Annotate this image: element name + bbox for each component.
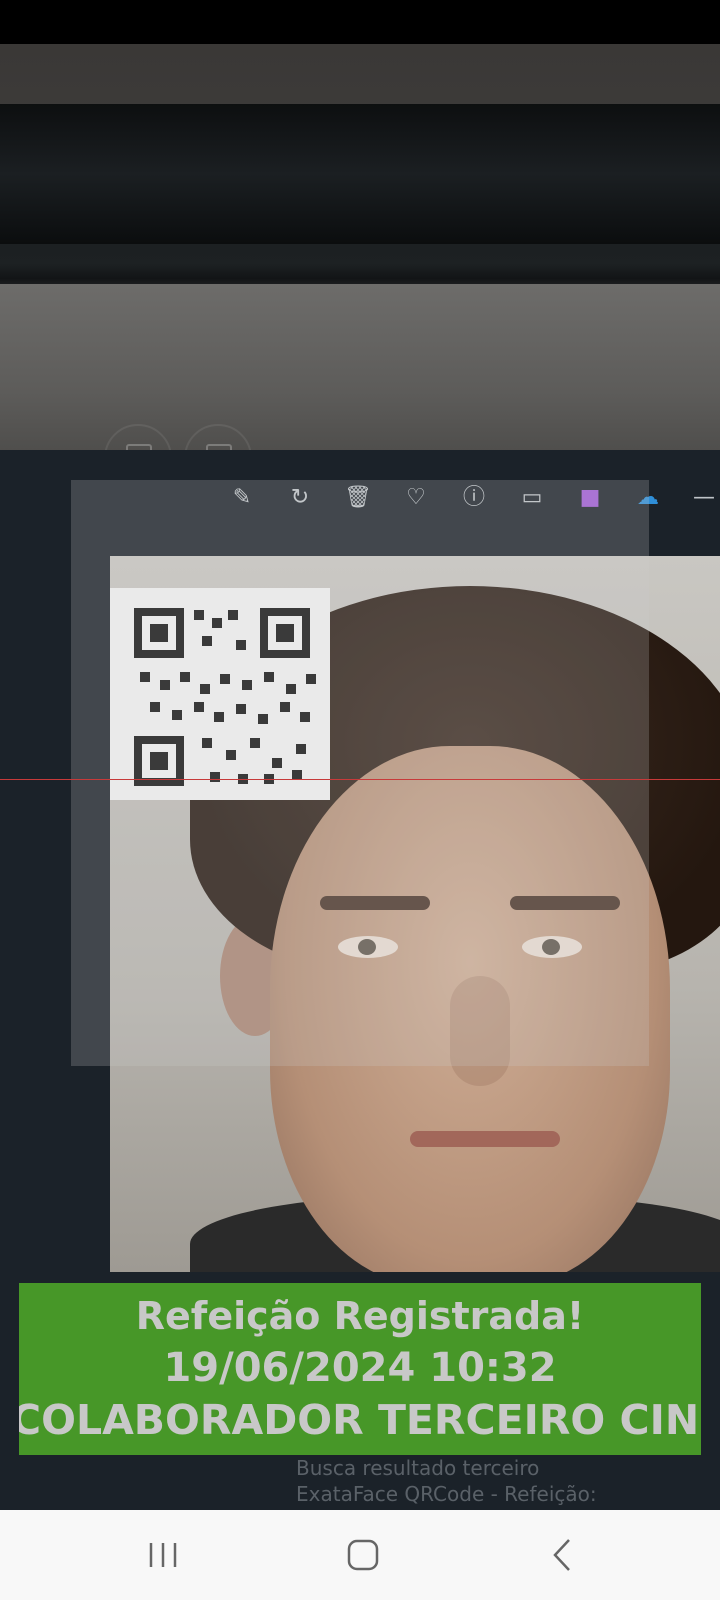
background-shelf bbox=[0, 104, 720, 244]
background-text-line1: Busca resultado terceiro bbox=[296, 1456, 540, 1480]
background-wall bbox=[0, 284, 720, 492]
back-button[interactable] bbox=[533, 1530, 593, 1580]
back-icon bbox=[553, 1539, 570, 1571]
recent-apps-button[interactable] bbox=[133, 1530, 193, 1580]
more-icon: — bbox=[693, 485, 715, 510]
toast-person-name: COLABORADOR TERCEIRO CINCO bbox=[19, 1396, 701, 1444]
mouth bbox=[410, 1131, 560, 1147]
toast-datetime: 19/06/2024 10:32 bbox=[163, 1345, 557, 1391]
status-bar bbox=[0, 0, 720, 44]
background-screen-text: Busca resultado terceiro ExataFace QRCod… bbox=[296, 1455, 597, 1507]
toast-title: Refeição Registrada! bbox=[135, 1294, 585, 1338]
scan-line bbox=[0, 779, 720, 780]
background-text-line2: ExataFace QRCode - Refeição: bbox=[296, 1482, 597, 1506]
scan-area-overlay bbox=[71, 480, 649, 1066]
home-icon bbox=[347, 1539, 379, 1571]
home-button[interactable] bbox=[333, 1530, 393, 1580]
recent-apps-icon bbox=[149, 1543, 177, 1567]
navigation-bar bbox=[0, 1510, 720, 1600]
meal-registered-toast: Refeição Registrada! 19/06/2024 10:32 CO… bbox=[19, 1283, 701, 1455]
